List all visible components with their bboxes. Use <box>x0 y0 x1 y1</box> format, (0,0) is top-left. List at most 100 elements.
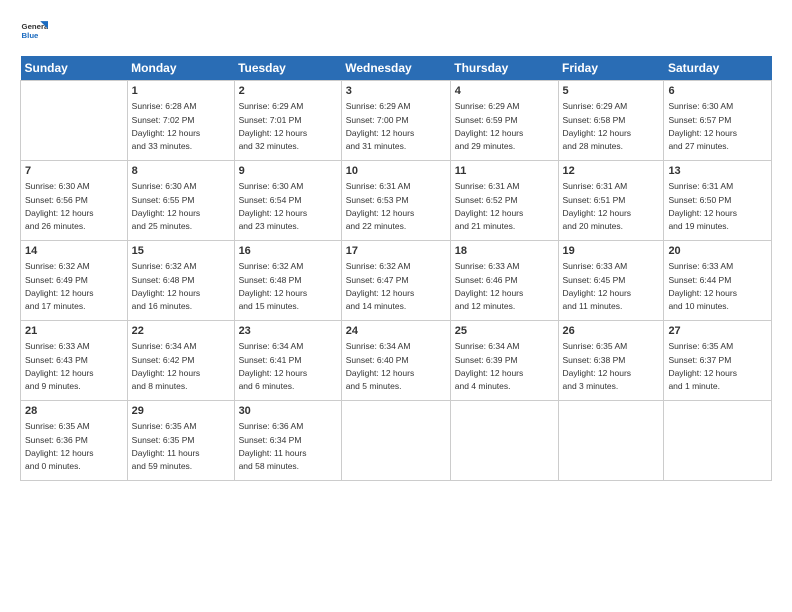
calendar-cell: 25 Sunrise: 6:34 AM Sunset: 6:39 PM Dayli… <box>450 321 558 401</box>
day-number: 2 <box>239 84 337 99</box>
calendar-cell: 6 Sunrise: 6:30 AM Sunset: 6:57 PM Daylig… <box>664 81 772 161</box>
day-info: Sunrise: 6:31 AM Sunset: 6:52 PM Dayligh… <box>455 181 524 231</box>
day-number: 11 <box>455 164 554 179</box>
logo: General Blue <box>20 18 52 46</box>
calendar-week-3: 14 Sunrise: 6:32 AM Sunset: 6:49 PM Dayli… <box>21 241 772 321</box>
day-info: Sunrise: 6:36 AM Sunset: 6:34 PM Dayligh… <box>239 421 307 471</box>
calendar-cell: 24Sunrise: 6:34 AM Sunset: 6:40 PM Dayli… <box>341 321 450 401</box>
calendar-cell: 2 Sunrise: 6:29 AM Sunset: 7:01 PM Daylig… <box>234 81 341 161</box>
day-info: Sunrise: 6:31 AM Sunset: 6:53 PM Dayligh… <box>346 181 415 231</box>
calendar-cell: 20Sunrise: 6:33 AM Sunset: 6:44 PM Dayli… <box>664 241 772 321</box>
day-info: Sunrise: 6:31 AM Sunset: 6:51 PM Dayligh… <box>563 181 632 231</box>
day-number: 13 <box>668 164 767 179</box>
day-info: Sunrise: 6:29 AM Sunset: 6:59 PM Dayligh… <box>455 101 524 151</box>
calendar-cell <box>21 81 128 161</box>
weekday-header-tuesday: Tuesday <box>234 56 341 81</box>
day-number: 8 <box>132 164 230 179</box>
day-info: Sunrise: 6:35 AM Sunset: 6:37 PM Dayligh… <box>668 341 737 391</box>
day-info: Sunrise: 6:29 AM Sunset: 6:58 PM Dayligh… <box>563 101 632 151</box>
day-info: Sunrise: 6:32 AM Sunset: 6:49 PM Dayligh… <box>25 261 94 311</box>
calendar-cell: 1 Sunrise: 6:28 AM Sunset: 7:02 PM Daylig… <box>127 81 234 161</box>
day-number: 29 <box>132 404 230 419</box>
day-number: 17 <box>346 244 446 259</box>
day-info: Sunrise: 6:33 AM Sunset: 6:46 PM Dayligh… <box>455 261 524 311</box>
day-number: 16 <box>239 244 337 259</box>
day-info: Sunrise: 6:30 AM Sunset: 6:56 PM Dayligh… <box>25 181 94 231</box>
day-number: 15 <box>132 244 230 259</box>
day-number: 18 <box>455 244 554 259</box>
calendar-cell: 21 Sunrise: 6:33 AM Sunset: 6:43 PM Dayli… <box>21 321 128 401</box>
calendar-cell: 30 Sunrise: 6:36 AM Sunset: 6:34 PM Dayli… <box>234 401 341 481</box>
calendar-week-1: 1 Sunrise: 6:28 AM Sunset: 7:02 PM Daylig… <box>21 81 772 161</box>
weekday-header-monday: Monday <box>127 56 234 81</box>
svg-text:Blue: Blue <box>22 31 40 40</box>
calendar-week-5: 28 Sunrise: 6:35 AM Sunset: 6:36 PM Dayli… <box>21 401 772 481</box>
day-info: Sunrise: 6:31 AM Sunset: 6:50 PM Dayligh… <box>668 181 737 231</box>
calendar-cell: 26Sunrise: 6:35 AM Sunset: 6:38 PM Dayli… <box>558 321 664 401</box>
weekday-header-friday: Friday <box>558 56 664 81</box>
logo-icon: General Blue <box>20 18 48 46</box>
calendar-cell: 12 Sunrise: 6:31 AM Sunset: 6:51 PM Dayli… <box>558 161 664 241</box>
day-info: Sunrise: 6:33 AM Sunset: 6:44 PM Dayligh… <box>668 261 737 311</box>
day-number: 24 <box>346 324 446 339</box>
day-info: Sunrise: 6:34 AM Sunset: 6:42 PM Dayligh… <box>132 341 201 391</box>
day-info: Sunrise: 6:35 AM Sunset: 6:36 PM Dayligh… <box>25 421 94 471</box>
day-info: Sunrise: 6:29 AM Sunset: 7:01 PM Dayligh… <box>239 101 308 151</box>
day-info: Sunrise: 6:34 AM Sunset: 6:39 PM Dayligh… <box>455 341 524 391</box>
calendar-cell: 22 Sunrise: 6:34 AM Sunset: 6:42 PM Dayli… <box>127 321 234 401</box>
calendar-cell: 17 Sunrise: 6:32 AM Sunset: 6:47 PM Dayli… <box>341 241 450 321</box>
calendar-cell: 11 Sunrise: 6:31 AM Sunset: 6:52 PM Dayli… <box>450 161 558 241</box>
calendar-cell: 19 Sunrise: 6:33 AM Sunset: 6:45 PM Dayli… <box>558 241 664 321</box>
calendar-cell <box>341 401 450 481</box>
day-number: 10 <box>346 164 446 179</box>
calendar-cell: 3 Sunrise: 6:29 AM Sunset: 7:00 PM Daylig… <box>341 81 450 161</box>
calendar-cell: 10 Sunrise: 6:31 AM Sunset: 6:53 PM Dayli… <box>341 161 450 241</box>
day-info: Sunrise: 6:30 AM Sunset: 6:54 PM Dayligh… <box>239 181 308 231</box>
calendar-week-4: 21 Sunrise: 6:33 AM Sunset: 6:43 PM Dayli… <box>21 321 772 401</box>
day-number: 19 <box>563 244 660 259</box>
day-number: 25 <box>455 324 554 339</box>
day-info: Sunrise: 6:30 AM Sunset: 6:57 PM Dayligh… <box>668 101 737 151</box>
day-number: 23 <box>239 324 337 339</box>
day-info: Sunrise: 6:29 AM Sunset: 7:00 PM Dayligh… <box>346 101 415 151</box>
day-number: 22 <box>132 324 230 339</box>
calendar-cell: 14 Sunrise: 6:32 AM Sunset: 6:49 PM Dayli… <box>21 241 128 321</box>
day-number: 26 <box>563 324 660 339</box>
calendar-cell: 7 Sunrise: 6:30 AM Sunset: 6:56 PM Daylig… <box>21 161 128 241</box>
day-info: Sunrise: 6:32 AM Sunset: 6:47 PM Dayligh… <box>346 261 415 311</box>
weekday-header-saturday: Saturday <box>664 56 772 81</box>
day-info: Sunrise: 6:33 AM Sunset: 6:43 PM Dayligh… <box>25 341 94 391</box>
calendar-cell: 15 Sunrise: 6:32 AM Sunset: 6:48 PM Dayli… <box>127 241 234 321</box>
calendar-cell: 5 Sunrise: 6:29 AM Sunset: 6:58 PM Daylig… <box>558 81 664 161</box>
calendar-cell: 18 Sunrise: 6:33 AM Sunset: 6:46 PM Dayli… <box>450 241 558 321</box>
day-number: 12 <box>563 164 660 179</box>
calendar-table: SundayMondayTuesdayWednesdayThursdayFrid… <box>20 56 772 481</box>
calendar-cell: 27 Sunrise: 6:35 AM Sunset: 6:37 PM Dayli… <box>664 321 772 401</box>
day-info: Sunrise: 6:28 AM Sunset: 7:02 PM Dayligh… <box>132 101 201 151</box>
day-number: 5 <box>563 84 660 99</box>
weekday-header-row: SundayMondayTuesdayWednesdayThursdayFrid… <box>21 56 772 81</box>
day-number: 6 <box>668 84 767 99</box>
calendar-cell <box>450 401 558 481</box>
day-info: Sunrise: 6:32 AM Sunset: 6:48 PM Dayligh… <box>239 261 308 311</box>
day-info: Sunrise: 6:33 AM Sunset: 6:45 PM Dayligh… <box>563 261 632 311</box>
day-number: 30 <box>239 404 337 419</box>
weekday-header-sunday: Sunday <box>21 56 128 81</box>
weekday-header-wednesday: Wednesday <box>341 56 450 81</box>
day-info: Sunrise: 6:35 AM Sunset: 6:35 PM Dayligh… <box>132 421 200 471</box>
day-number: 21 <box>25 324 123 339</box>
calendar-week-2: 7 Sunrise: 6:30 AM Sunset: 6:56 PM Daylig… <box>21 161 772 241</box>
day-info: Sunrise: 6:32 AM Sunset: 6:48 PM Dayligh… <box>132 261 201 311</box>
day-number: 1 <box>132 84 230 99</box>
day-number: 4 <box>455 84 554 99</box>
day-number: 9 <box>239 164 337 179</box>
day-number: 7 <box>25 164 123 179</box>
calendar-cell: 8Sunrise: 6:30 AM Sunset: 6:55 PM Daylig… <box>127 161 234 241</box>
calendar-cell <box>558 401 664 481</box>
day-number: 27 <box>668 324 767 339</box>
day-number: 28 <box>25 404 123 419</box>
day-number: 3 <box>346 84 446 99</box>
day-number: 14 <box>25 244 123 259</box>
calendar-cell: 28 Sunrise: 6:35 AM Sunset: 6:36 PM Dayli… <box>21 401 128 481</box>
weekday-header-thursday: Thursday <box>450 56 558 81</box>
